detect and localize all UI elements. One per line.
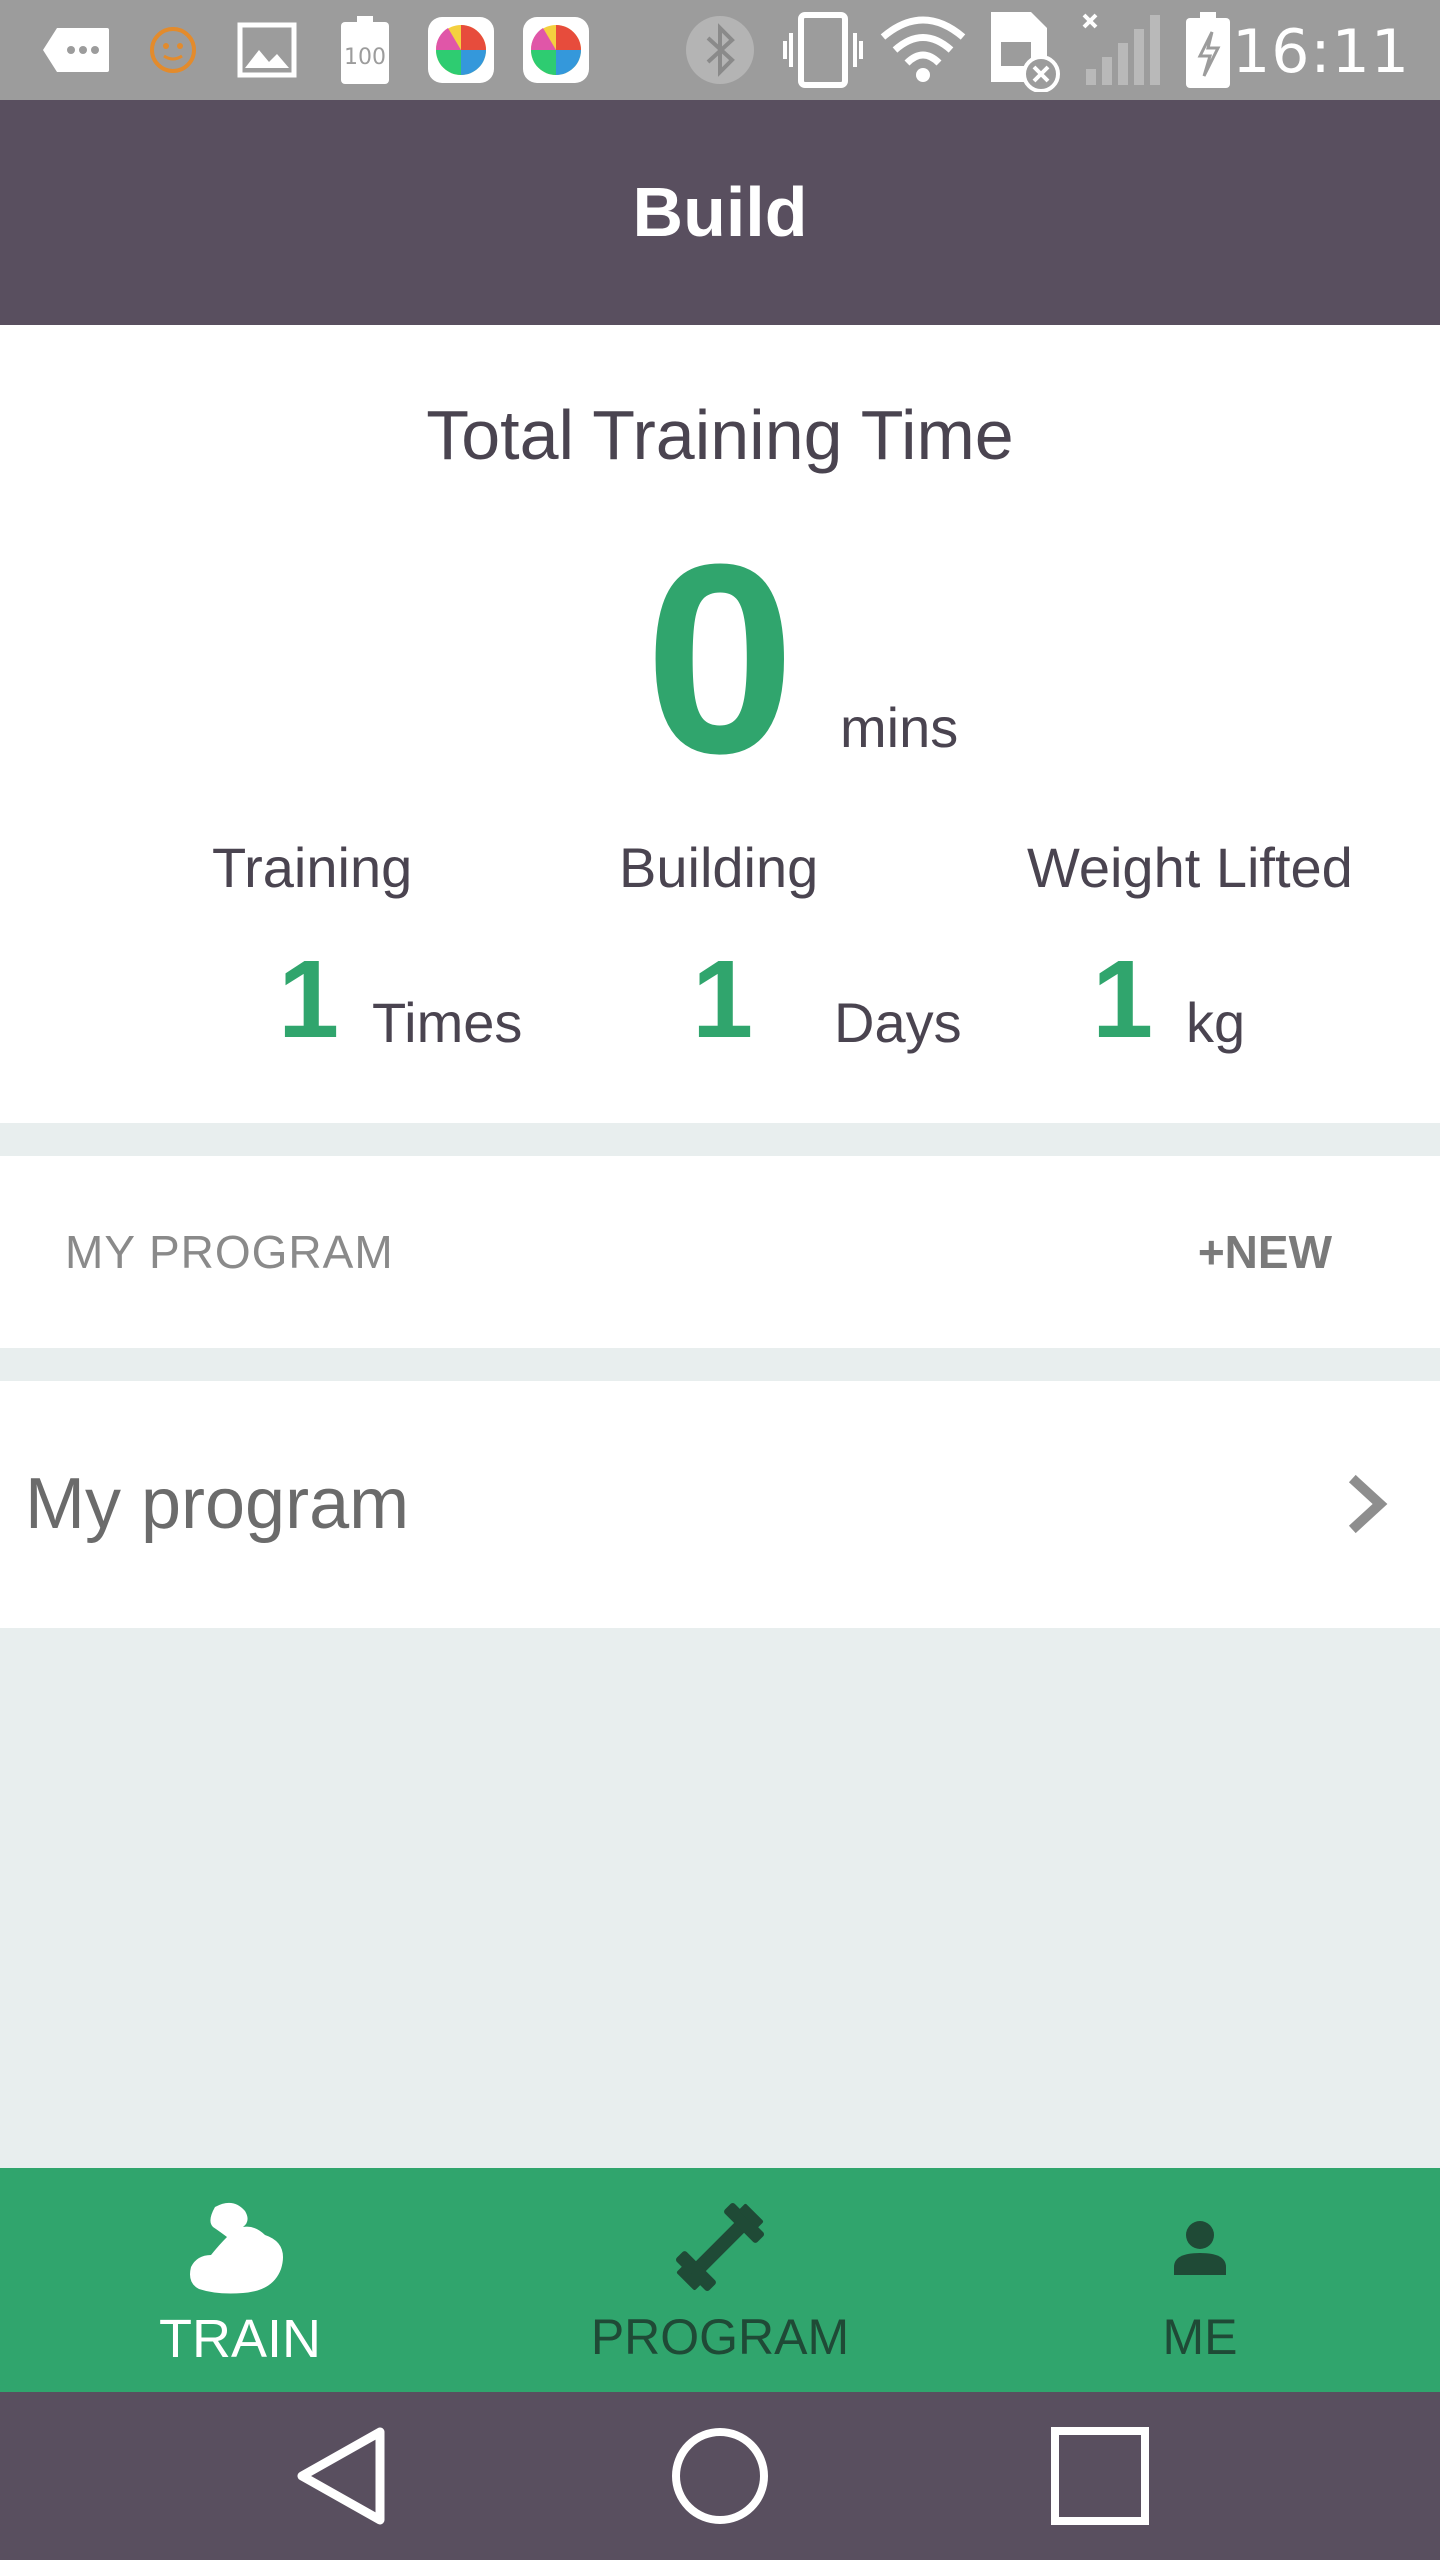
battery-full-icon: 100 bbox=[335, 0, 395, 100]
program-name: My program bbox=[25, 1464, 410, 1544]
training-stats-card: Total Training Time 0 mins Training 1 Ti… bbox=[0, 325, 1440, 1123]
app-bar: Build bbox=[0, 100, 1440, 325]
program-list-item[interactable]: My program bbox=[0, 1381, 1440, 1628]
stat-unit-training: Times bbox=[372, 991, 523, 1054]
stat-value-weight-lifted: 1 bbox=[1092, 938, 1154, 1061]
page-title: Build bbox=[632, 173, 808, 251]
total-training-time-value: 0 bbox=[644, 509, 796, 810]
total-training-time-title: Total Training Time bbox=[426, 396, 1014, 474]
home-icon[interactable] bbox=[640, 2392, 800, 2560]
image-icon bbox=[234, 0, 300, 100]
stat-label-building: Building bbox=[619, 836, 819, 899]
battery-charging-icon bbox=[1180, 0, 1236, 100]
new-program-button[interactable]: +NEW bbox=[1198, 1222, 1332, 1282]
stat-label-weight-lifted: Weight Lifted bbox=[1027, 836, 1353, 899]
wifi-icon bbox=[878, 0, 968, 100]
muscle-arm-icon bbox=[0, 2192, 480, 2302]
back-icon[interactable] bbox=[262, 2392, 422, 2560]
tab-me-label: ME bbox=[1162, 2309, 1238, 2365]
app-icon bbox=[520, 0, 592, 100]
vibrate-icon bbox=[780, 0, 866, 100]
my-program-title: MY PROGRAM bbox=[65, 1226, 394, 1278]
tab-program-label: PROGRAM bbox=[590, 2309, 850, 2365]
sim-icon bbox=[985, 0, 1065, 100]
message-icon bbox=[38, 0, 113, 100]
face-icon bbox=[145, 0, 200, 100]
status-bar: 100 16:11 bbox=[0, 0, 1440, 100]
chevron-right-icon bbox=[1348, 1474, 1388, 1534]
status-time: 16:11 bbox=[1232, 17, 1410, 87]
stat-value-training: 1 bbox=[278, 938, 340, 1061]
system-nav-bar bbox=[0, 2392, 1440, 2560]
my-program-section-header: MY PROGRAM +NEW bbox=[0, 1156, 1440, 1348]
tab-train[interactable]: TRAIN bbox=[0, 2168, 480, 2392]
recents-icon[interactable] bbox=[1020, 2392, 1180, 2560]
signal-icon bbox=[1078, 0, 1164, 100]
stat-label-training: Training bbox=[212, 836, 413, 899]
tab-me[interactable]: ME bbox=[960, 2168, 1440, 2392]
person-icon bbox=[960, 2192, 1440, 2302]
total-training-time-unit: mins bbox=[840, 696, 959, 759]
bottom-tab-bar: TRAIN PROGRAM ME bbox=[0, 2168, 1440, 2392]
app-icon bbox=[425, 0, 497, 100]
stat-unit-building: Days bbox=[834, 991, 962, 1054]
tab-train-label: TRAIN bbox=[159, 2309, 321, 2369]
svg-text:100: 100 bbox=[344, 45, 386, 70]
dumbbell-icon bbox=[480, 2192, 960, 2302]
stat-value-building: 1 bbox=[692, 938, 754, 1061]
stat-unit-weight-lifted: kg bbox=[1186, 991, 1246, 1054]
bluetooth-icon bbox=[680, 0, 760, 100]
tab-program[interactable]: PROGRAM bbox=[480, 2168, 960, 2392]
